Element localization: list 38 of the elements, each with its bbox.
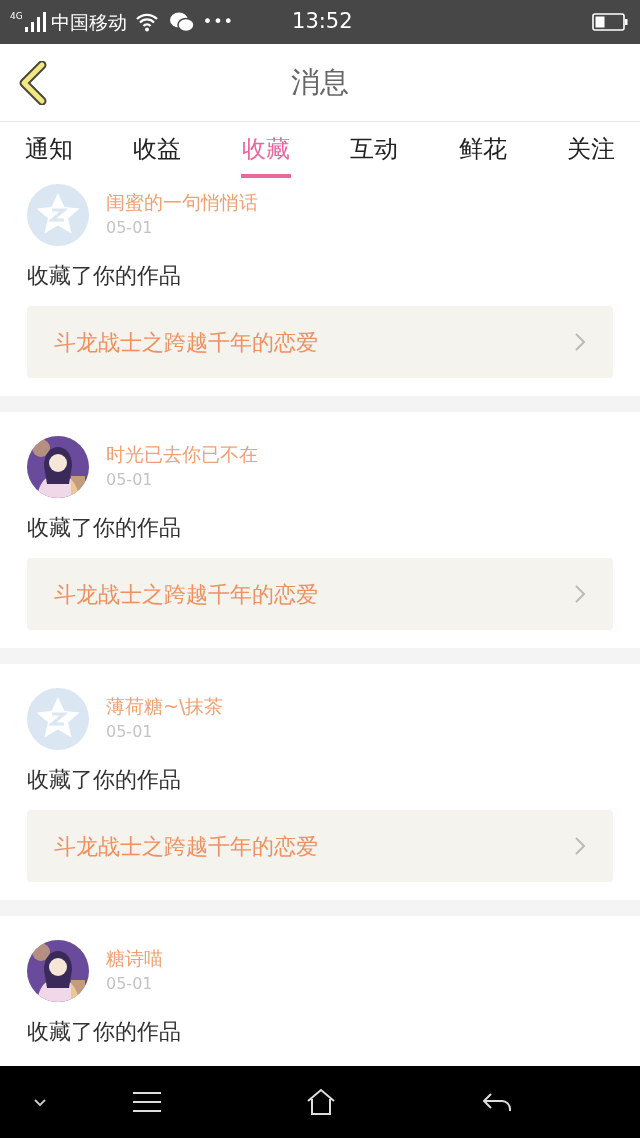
- work-link[interactable]: 斗龙战士之跨越千年的恋爱: [27, 558, 613, 630]
- clock-time: 13:52: [292, 8, 353, 36]
- message-date: 05-01: [106, 721, 154, 743]
- signal-icon: [24, 12, 47, 32]
- tab[interactable]: 通知: [24, 122, 74, 178]
- wifi-icon: [134, 12, 159, 32]
- carrier-name: 中国移动: [50, 9, 127, 35]
- user-name[interactable]: 闺蜜的一句悄悄话: [106, 189, 258, 215]
- message-text: 收藏了你的作品: [27, 1018, 181, 1046]
- work-link[interactable]: 斗龙战士之跨越千年的恋爱: [27, 306, 613, 378]
- default-avatar-icon: [27, 688, 89, 750]
- chevron-down-icon[interactable]: [33, 1097, 47, 1107]
- chevron-right-icon: [574, 584, 586, 604]
- page-title: 消息: [291, 63, 349, 101]
- chat-icon: [168, 11, 195, 33]
- work-link[interactable]: 斗龙战士之跨越千年的恋爱: [27, 810, 613, 882]
- user-name[interactable]: 时光已去你已不在: [106, 441, 258, 467]
- menu-icon[interactable]: [132, 1091, 162, 1113]
- message-text: 收藏了你的作品: [27, 766, 181, 794]
- message-date: 05-01: [106, 973, 154, 995]
- message-text: 收藏了你的作品: [27, 514, 181, 542]
- network-type: 4G: [10, 12, 23, 21]
- user-name[interactable]: 糖诗喵: [106, 945, 163, 971]
- back-icon[interactable]: [482, 1091, 512, 1113]
- chevron-right-icon: [574, 332, 586, 352]
- more-indicator: •••: [202, 11, 234, 33]
- message-date: 05-01: [106, 217, 154, 239]
- default-avatar-icon: [27, 184, 89, 246]
- tab[interactable]: 互动: [349, 122, 400, 178]
- message-date: 05-01: [106, 469, 154, 491]
- tab[interactable]: 收益: [132, 122, 183, 178]
- chevron-right-icon: [574, 836, 586, 856]
- home-icon[interactable]: [306, 1088, 336, 1116]
- user-name[interactable]: 薄荷糖~\抹茶: [106, 693, 224, 719]
- battery-icon: [592, 13, 628, 31]
- tab[interactable]: 关注: [565, 122, 616, 178]
- message-text: 收藏了你的作品: [27, 262, 181, 290]
- tab[interactable]: 鲜花: [457, 122, 508, 178]
